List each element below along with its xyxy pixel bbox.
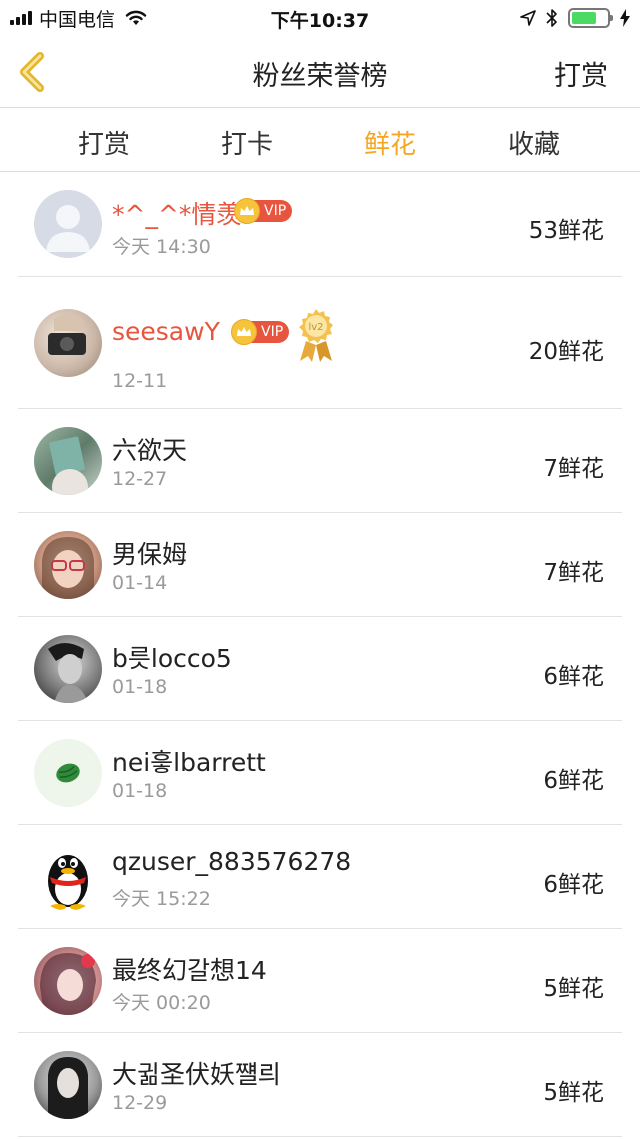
- tab-reward[interactable]: 打赏: [78, 124, 130, 161]
- activity-date: 今天 15:22: [112, 888, 211, 910]
- user-name: qzuser_883576278: [112, 847, 352, 876]
- list-item[interactable]: 最终幻갈想14 今天 00:20 5鲜花: [0, 929, 640, 1033]
- user-name: 大귊圣伏妖쨸릐: [112, 1060, 282, 1089]
- activity-date: 12-29: [112, 1092, 168, 1114]
- medal-label: lv2: [308, 322, 323, 333]
- tab-checkin[interactable]: 打卡: [221, 124, 273, 161]
- default-avatar-icon: [34, 190, 102, 258]
- flower-count: 5鲜花: [543, 1080, 604, 1106]
- page-title: 粉丝荣誉榜: [252, 61, 388, 92]
- tab-bar: 打赏 打卡 鲜花 收藏: [0, 109, 640, 172]
- navigation-bar: 粉丝荣誉榜 打赏: [0, 36, 640, 108]
- reward-button[interactable]: 打赏: [554, 54, 608, 93]
- list-item[interactable]: nei흫lbarrett 01-18 6鲜花: [0, 721, 640, 825]
- user-name: nei흫lbarrett: [112, 748, 266, 777]
- photo-avatar-icon: [34, 531, 102, 599]
- back-button[interactable]: [12, 50, 56, 94]
- list-item[interactable]: seesawY VIP lv2 12-11 20鲜花: [0, 277, 640, 409]
- list-item[interactable]: b릇locco5 01-18 6鲜花: [0, 617, 640, 721]
- activity-date: 01-18: [112, 780, 168, 802]
- crown-icon: [234, 198, 260, 224]
- tab-favorites[interactable]: 收藏: [508, 124, 560, 161]
- flower-count: 6鲜花: [543, 872, 604, 898]
- crown-icon: [231, 319, 257, 345]
- tab-flowers[interactable]: 鲜花: [364, 124, 416, 161]
- flower-count: 20鲜花: [528, 339, 604, 365]
- user-name: 六欲天: [112, 436, 188, 465]
- user-name: 最终幻갈想14: [112, 956, 267, 985]
- photo-avatar-icon: [34, 427, 102, 495]
- user-name: b릇locco5: [112, 644, 232, 673]
- flower-count: 53鲜花: [528, 218, 604, 244]
- list-item[interactable]: *^_^*情羡 VIP 今天 14:30 53鲜花: [0, 173, 640, 277]
- list-item[interactable]: 大귊圣伏妖쨸릐 12-29 5鲜花: [0, 1033, 640, 1137]
- flower-count: 6鲜花: [543, 664, 604, 690]
- flower-count: 5鲜花: [543, 976, 604, 1002]
- photo-avatar-icon: [34, 309, 102, 377]
- activity-date: 12-11: [112, 370, 168, 392]
- vip-badge: VIP: [234, 198, 293, 224]
- photo-avatar-icon: [34, 635, 102, 703]
- location-icon: [520, 10, 536, 26]
- list-item[interactable]: 男保姆 01-14 7鲜花: [0, 513, 640, 617]
- vip-badge: VIP: [231, 319, 290, 345]
- user-name: *^_^*情羡: [112, 200, 242, 229]
- penguin-avatar-icon: [34, 843, 102, 911]
- back-arrow-icon: [20, 52, 44, 92]
- photo-avatar-icon: [34, 1051, 102, 1119]
- flower-count: 6鲜花: [543, 768, 604, 794]
- activity-date: 01-18: [112, 676, 168, 698]
- flower-count: 7鲜花: [543, 560, 604, 586]
- activity-date: 01-14: [112, 572, 168, 594]
- battery-icon: [568, 8, 613, 28]
- activity-date: 12-27: [112, 468, 168, 490]
- status-right: [520, 6, 630, 30]
- watermelon-avatar-icon: [34, 739, 102, 807]
- user-name: seesawY: [112, 317, 220, 346]
- status-bar: 中国电信 下午10:37: [0, 0, 640, 36]
- activity-date: 今天 14:30: [112, 236, 211, 258]
- photo-avatar-icon: [34, 947, 102, 1015]
- activity-date: 今天 00:20: [112, 992, 211, 1014]
- user-name: 男保姆: [112, 540, 188, 569]
- bluetooth-icon: [546, 9, 557, 27]
- list-item[interactable]: qzuser_883576278 今天 15:22 6鲜花: [0, 825, 640, 929]
- charging-icon: [620, 9, 630, 27]
- divider: [18, 1136, 622, 1137]
- list-item[interactable]: 六欲天 12-27 7鲜花: [0, 409, 640, 513]
- level-medal-icon: lv2: [299, 309, 333, 362]
- flower-count: 7鲜花: [543, 456, 604, 482]
